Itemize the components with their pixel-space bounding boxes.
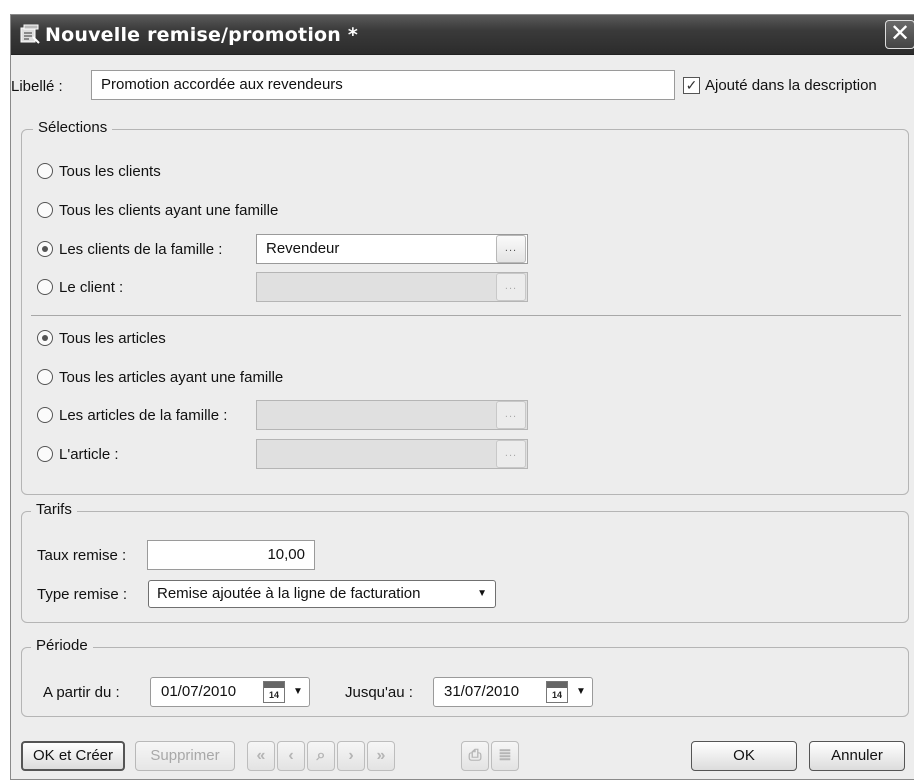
last-record-icon[interactable]: » <box>367 741 395 771</box>
libelle-label: Libellé : <box>11 78 63 95</box>
radio-articles-with-family[interactable] <box>37 369 53 385</box>
radio-client[interactable] <box>37 279 53 295</box>
radio-client-label: Le client : <box>59 279 124 296</box>
from-date-value: 01/07/2010 <box>161 683 237 700</box>
client-browse-button[interactable]: ... <box>496 273 526 301</box>
to-date-label: Jusqu'au : <box>345 684 413 701</box>
radio-all-articles-label: Tous les articles <box>59 330 166 347</box>
client-input[interactable] <box>256 272 528 302</box>
radio-all-clients-label: Tous les clients <box>59 163 161 180</box>
article-family-input[interactable] <box>256 400 528 430</box>
radio-articles-with-family-label: Tous les articles ayant une famille <box>59 369 284 386</box>
radio-clients-with-family-label: Tous les clients ayant une famille <box>59 202 279 219</box>
window-title: Nouvelle remise/promotion * <box>45 24 358 46</box>
close-button[interactable]: ✕ <box>885 20 914 49</box>
delete-button[interactable]: Supprimer <box>135 741 235 771</box>
type-remise-value: Remise ajoutée à la ligne de facturation <box>157 585 421 602</box>
from-date-input[interactable]: 01/07/2010 14 ▼ <box>150 677 310 707</box>
client-family-browse-button[interactable]: ... <box>496 235 526 263</box>
first-record-icon[interactable]: « <box>247 741 275 771</box>
dropdown-arrow-icon: ▼ <box>477 588 487 599</box>
calendar-icon[interactable]: 14 <box>546 681 568 703</box>
description-checkbox-label: Ajouté dans la description <box>705 77 877 94</box>
radio-article-label: L'article : <box>59 446 119 463</box>
client-family-input[interactable]: Revendeur <box>256 234 528 264</box>
ok-button[interactable]: OK <box>691 741 797 771</box>
radio-all-articles[interactable] <box>37 330 53 346</box>
libelle-input[interactable]: Promotion accordée aux revendeurs <box>91 70 675 100</box>
radio-articles-of-family-label: Les articles de la famille : <box>59 407 228 424</box>
radio-all-clients[interactable] <box>37 163 53 179</box>
navigation-toolbar: « ‹ ⌕ › » <box>247 741 447 771</box>
close-icon: ✕ <box>889 20 911 47</box>
cancel-button[interactable]: Annuler <box>809 741 905 771</box>
checkmark-icon: ✓ <box>685 77 698 93</box>
list-icon[interactable]: ≣ <box>491 741 519 771</box>
radio-articles-of-family[interactable] <box>37 407 53 423</box>
dropdown-arrow-icon[interactable]: ▼ <box>293 686 303 697</box>
description-checkbox[interactable]: ✓ <box>683 77 700 94</box>
tarifs-group-title: Tarifs <box>31 501 77 518</box>
to-date-input[interactable]: 31/07/2010 14 ▼ <box>433 677 593 707</box>
type-remise-select[interactable]: Remise ajoutée à la ligne de facturation… <box>148 580 496 608</box>
print-icon[interactable]: ⎙ <box>461 741 489 771</box>
article-browse-button[interactable]: ... <box>496 440 526 468</box>
from-date-label: A partir du : <box>43 684 120 701</box>
dropdown-arrow-icon[interactable]: ▼ <box>576 686 586 697</box>
title-bar[interactable]: Nouvelle remise/promotion * ✕ <box>11 15 914 55</box>
ok-and-create-button[interactable]: OK et Créer <box>21 741 125 771</box>
dialog-window: Nouvelle remise/promotion * ✕ Libellé : … <box>10 14 914 780</box>
article-input[interactable] <box>256 439 528 469</box>
selections-divider <box>31 315 901 316</box>
radio-article[interactable] <box>37 446 53 462</box>
selections-group-title: Sélections <box>33 119 113 136</box>
promotion-icon <box>20 24 40 44</box>
radio-clients-with-family[interactable] <box>37 202 53 218</box>
next-record-icon[interactable]: › <box>337 741 365 771</box>
calendar-icon[interactable]: 14 <box>263 681 285 703</box>
periode-group-title: Période <box>31 637 93 654</box>
previous-record-icon[interactable]: ‹ <box>277 741 305 771</box>
radio-clients-of-family[interactable] <box>37 241 53 257</box>
radio-clients-of-family-label: Les clients de la famille : <box>59 241 223 258</box>
type-remise-label: Type remise : <box>37 586 128 603</box>
to-date-value: 31/07/2010 <box>444 683 520 700</box>
search-icon[interactable]: ⌕ <box>307 741 335 771</box>
taux-remise-label: Taux remise : <box>37 547 127 564</box>
taux-remise-input[interactable]: 10,00 <box>147 540 315 570</box>
article-family-browse-button[interactable]: ... <box>496 401 526 429</box>
